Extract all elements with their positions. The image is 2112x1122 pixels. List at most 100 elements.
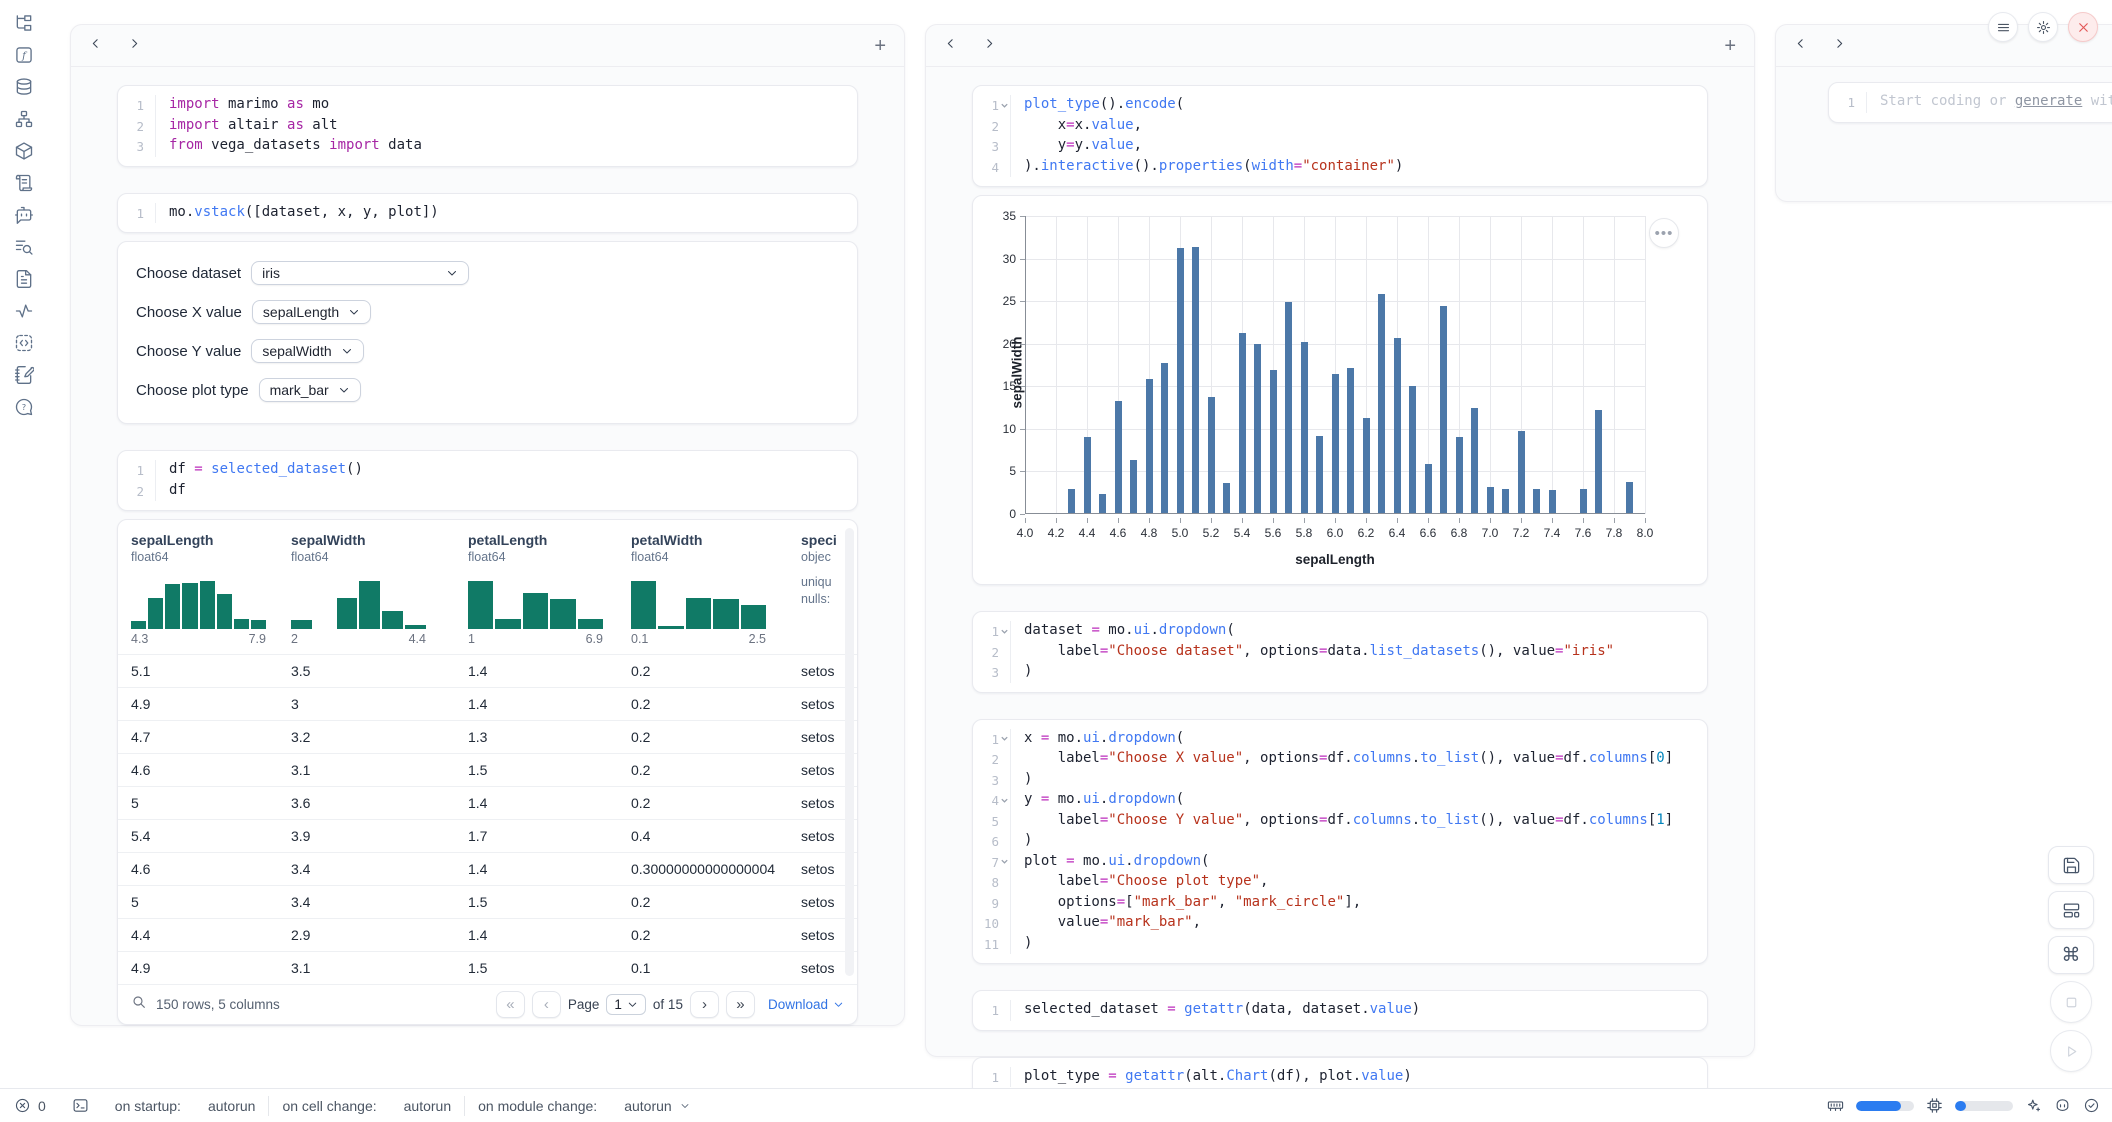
code-line[interactable]: 2 label="Choose X value", options=df.col…: [973, 749, 1707, 770]
column-prev-button[interactable]: [89, 37, 102, 55]
dependency-graph-icon[interactable]: [11, 108, 37, 130]
code-line[interactable]: 1selected_dataset = getattr(data, datase…: [973, 1000, 1707, 1021]
first-page-button[interactable]: «: [496, 991, 525, 1018]
last-page-button[interactable]: »: [726, 991, 755, 1018]
on-cell-change-setting[interactable]: on cell change: autorun: [269, 1098, 464, 1114]
generate-with-ai-link[interactable]: generate: [2015, 93, 2082, 109]
table-column-header[interactable]: petalLengthfloat6416.9: [455, 532, 618, 646]
shutdown-button[interactable]: [2068, 12, 2098, 42]
column-next-button[interactable]: [128, 37, 141, 55]
chart-plot-area[interactable]: 4.04.24.44.64.85.05.25.45.65.86.06.26.46…: [1025, 216, 1645, 514]
table-row[interactable]: 53.41.50.2setos: [118, 885, 857, 918]
ai-chat-icon[interactable]: [11, 204, 37, 226]
code-line[interactable]: 1plot_type = getattr(alt.Chart(df), plot…: [973, 1067, 1707, 1088]
code-line[interactable]: 10 value="mark_bar",: [973, 913, 1707, 934]
table-row[interactable]: 53.61.40.2setos: [118, 786, 857, 819]
table-row[interactable]: 4.63.11.50.2setos: [118, 753, 857, 786]
logs-icon[interactable]: [11, 236, 37, 258]
code-line[interactable]: 3from vega_datasets import data: [118, 136, 857, 157]
add-cell-button[interactable]: +: [874, 36, 886, 56]
code-line[interactable]: 5 label="Choose Y value", options=df.col…: [973, 811, 1707, 832]
column-prev-button[interactable]: [944, 37, 957, 55]
run-button[interactable]: [2050, 1030, 2092, 1072]
output-altair-chart[interactable]: 4.04.24.44.64.85.05.25.45.65.86.06.26.46…: [972, 195, 1708, 585]
layout-button[interactable]: [2048, 891, 2094, 929]
code-cell-vstack[interactable]: 1mo.vstack([dataset, x, y, plot]): [117, 193, 858, 234]
code-line[interactable]: 3 y=y.value,: [973, 136, 1707, 157]
table-row[interactable]: 4.93.11.50.1setos: [118, 951, 857, 984]
tracing-icon[interactable]: [11, 300, 37, 322]
code-line[interactable]: 6): [973, 831, 1707, 852]
stop-button[interactable]: [2050, 981, 2092, 1023]
code-line[interactable]: 9 options=["mark_bar", "mark_circle"],: [973, 893, 1707, 914]
datasources-icon[interactable]: [11, 76, 37, 98]
search-icon[interactable]: [131, 994, 147, 1015]
save-button[interactable]: [2048, 846, 2094, 884]
table-row[interactable]: 4.931.40.2setos: [118, 687, 857, 720]
errors-indicator[interactable]: 0: [12, 1097, 59, 1114]
code-cell-df[interactable]: 1df = selected_dataset()2df: [117, 450, 858, 511]
code-cell-xy-plot-dropdowns[interactable]: 1x = mo.ui.dropdown(2 label="Choose X va…: [972, 719, 1708, 965]
on-module-change-setting[interactable]: on module change: autorun: [465, 1098, 704, 1114]
prev-page-button[interactable]: ‹: [532, 991, 561, 1018]
empty-code-cell[interactable]: 1 Start coding or generate with: [1828, 82, 2112, 123]
table-column-header[interactable]: sepalLengthfloat644.37.9: [118, 532, 278, 646]
terminal-button[interactable]: [59, 1097, 102, 1114]
scratchpad-script-icon[interactable]: [11, 172, 37, 194]
code-line[interactable]: 2df: [118, 481, 857, 502]
code-line[interactable]: 3): [973, 662, 1707, 683]
column-prev-button[interactable]: [1794, 37, 1807, 55]
code-line[interactable]: 2 label="Choose dataset", options=data.l…: [973, 642, 1707, 663]
add-cell-button[interactable]: +: [1724, 36, 1736, 56]
code-line[interactable]: 1plot_type().encode(: [973, 95, 1707, 116]
table-column-header[interactable]: petalWidthfloat640.12.5: [618, 532, 788, 646]
chart-menu-button[interactable]: •••: [1649, 218, 1679, 248]
connection-status-icon[interactable]: [2083, 1097, 2100, 1114]
snippets-icon[interactable]: [11, 332, 37, 354]
code-line[interactable]: 4).interactive().properties(width="conta…: [973, 157, 1707, 178]
code-line[interactable]: 7plot = mo.ui.dropdown(: [973, 852, 1707, 873]
code-cell-plot[interactable]: 1plot_type().encode(2 x=x.value,3 y=y.va…: [972, 85, 1708, 187]
column-next-button[interactable]: [983, 37, 996, 55]
code-line[interactable]: 1import marimo as mo: [118, 95, 857, 116]
code-cell-imports[interactable]: 1import marimo as mo2import altair as al…: [117, 85, 858, 167]
notebook-pen-icon[interactable]: [11, 364, 37, 386]
dropdown-select[interactable]: iris: [251, 261, 469, 285]
code-line[interactable]: 1x = mo.ui.dropdown(: [973, 729, 1707, 750]
functions-icon[interactable]: f: [11, 44, 37, 66]
keyboard-shortcuts-button[interactable]: ⌘: [2048, 936, 2094, 974]
code-line[interactable]: 3): [973, 770, 1707, 791]
table-row[interactable]: 5.43.91.70.4setos: [118, 819, 857, 852]
on-startup-setting[interactable]: on startup: autorun: [102, 1098, 269, 1114]
documentation-icon[interactable]: [11, 268, 37, 290]
dropdown-select[interactable]: sepalWidth: [251, 339, 363, 363]
code-line[interactable]: 1dataset = mo.ui.dropdown(: [973, 621, 1707, 642]
next-page-button[interactable]: ›: [690, 991, 719, 1018]
code-line[interactable]: 1mo.vstack([dataset, x, y, plot]): [118, 203, 857, 224]
help-icon[interactable]: ?: [11, 396, 37, 418]
table-row[interactable]: 4.63.41.40.30000000000000004setos: [118, 852, 857, 885]
code-line[interactable]: 2 x=x.value,: [973, 116, 1707, 137]
settings-button[interactable]: [2028, 12, 2058, 42]
table-column-header[interactable]: sepalWidthfloat6424.4: [278, 532, 455, 646]
dropdown-select[interactable]: mark_bar: [259, 378, 361, 402]
code-line[interactable]: 8 label="Choose plot type",: [973, 872, 1707, 893]
page-select[interactable]: 1: [606, 994, 646, 1015]
code-line[interactable]: 1df = selected_dataset(): [118, 460, 857, 481]
code-line[interactable]: 4y = mo.ui.dropdown(: [973, 790, 1707, 811]
column-next-button[interactable]: [1833, 37, 1846, 55]
download-button[interactable]: Download: [768, 997, 844, 1012]
table-row[interactable]: 5.13.51.40.2setos: [118, 654, 857, 687]
code-line[interactable]: 2import altair as alt: [118, 116, 857, 137]
dropdown-select[interactable]: sepalLength: [252, 300, 371, 324]
table-row[interactable]: 4.42.91.40.2setos: [118, 918, 857, 951]
code-cell-dataset-dropdown[interactable]: 1dataset = mo.ui.dropdown(2 label="Choos…: [972, 611, 1708, 693]
file-explorer-icon[interactable]: [11, 12, 37, 34]
ai-sparkles-icon[interactable]: [2025, 1097, 2042, 1114]
copilot-icon[interactable]: [2054, 1097, 2071, 1114]
packages-icon[interactable]: [11, 140, 37, 162]
menu-button[interactable]: [1988, 12, 2018, 42]
table-row[interactable]: 4.73.21.30.2setos: [118, 720, 857, 753]
code-cell-selected-dataset[interactable]: 1selected_dataset = getattr(data, datase…: [972, 990, 1708, 1031]
table-scrollbar[interactable]: [845, 528, 854, 976]
